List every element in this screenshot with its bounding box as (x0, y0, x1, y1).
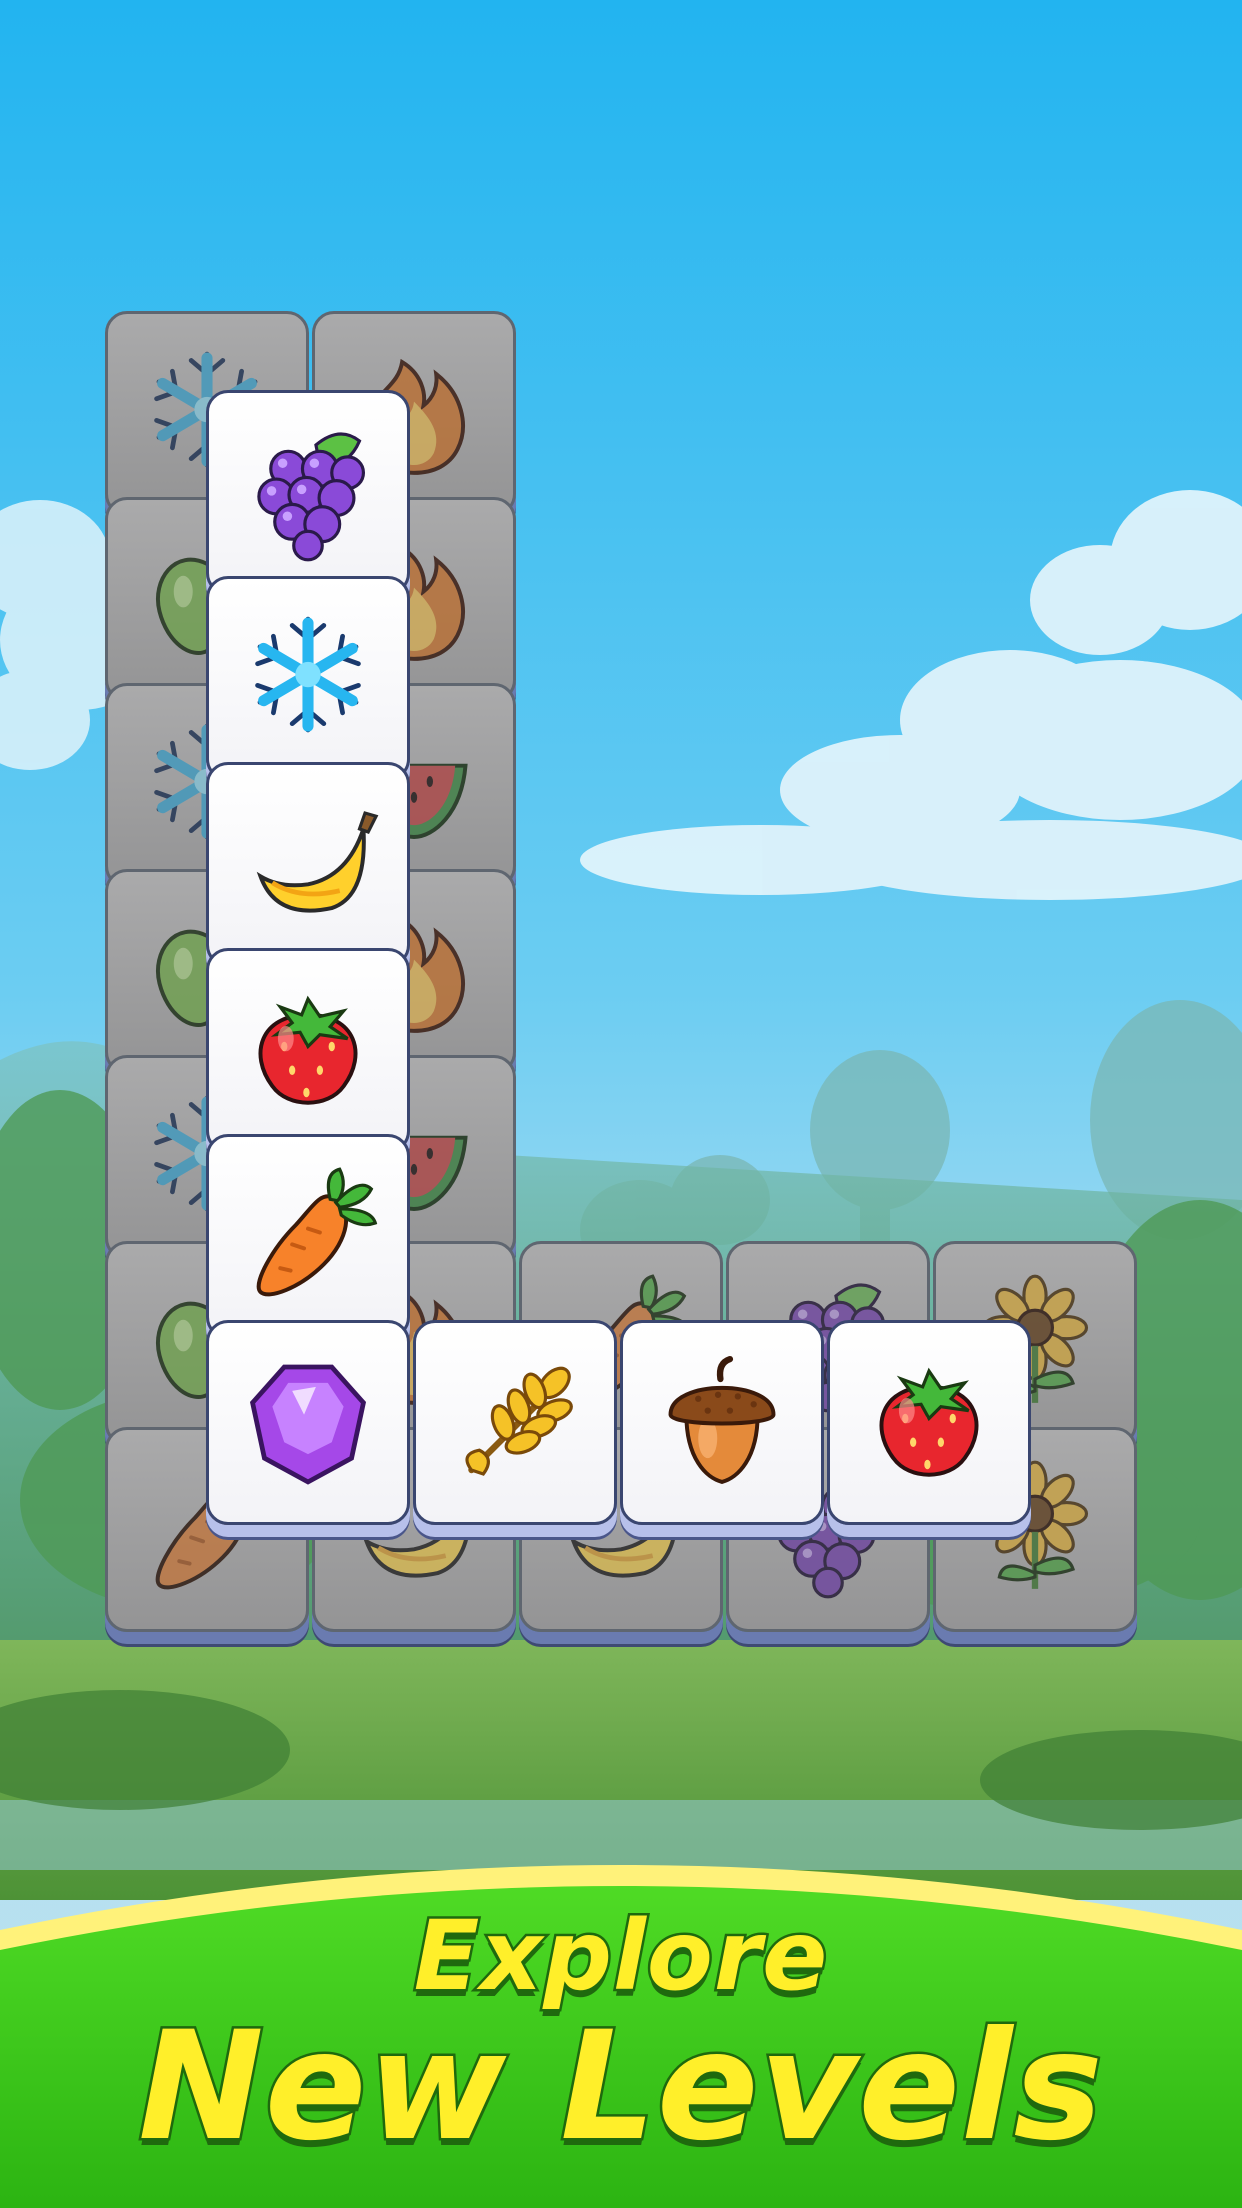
selectable-tile[interactable] (206, 390, 410, 595)
selectable-tile[interactable] (620, 1320, 824, 1525)
title-new-levels: New Levels (136, 1998, 1106, 2177)
snowflake-icon (209, 616, 407, 778)
selectable-tile[interactable] (206, 1320, 410, 1525)
grapes-icon (257, 432, 366, 562)
wheat-icon (465, 1366, 573, 1476)
title-explore: Explore (411, 1898, 830, 2015)
carrot-icon (256, 1167, 378, 1297)
selectable-tile[interactable] (206, 948, 410, 1153)
gem-icon (249, 1364, 367, 1485)
acorn-icon (668, 1355, 776, 1484)
strawberry-icon (258, 995, 358, 1105)
selectable-tile[interactable] (206, 1134, 410, 1339)
selectable-tile[interactable] (206, 576, 410, 781)
game-scene: Explore New Levels (0, 0, 1242, 2208)
selectable-tile[interactable] (413, 1320, 617, 1525)
banana-icon (256, 811, 379, 913)
selectable-tile[interactable] (206, 762, 410, 967)
strawberry-icon (879, 1367, 979, 1477)
selectable-tile[interactable] (827, 1320, 1031, 1525)
